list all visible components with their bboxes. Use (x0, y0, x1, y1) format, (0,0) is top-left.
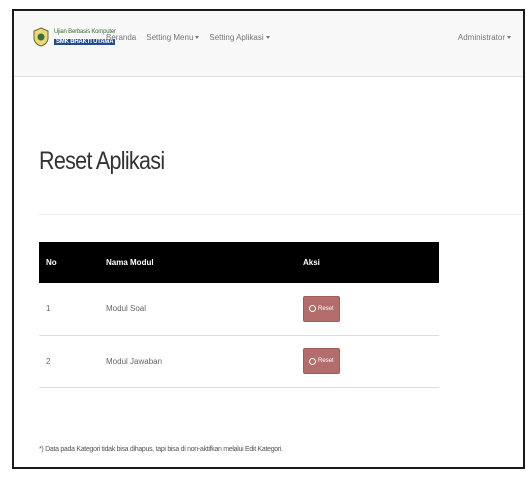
module-name: Modul Jawaban (99, 335, 296, 388)
reset-button[interactable]: Reset (303, 295, 340, 322)
nav-item-label: Setting Menu (146, 33, 194, 42)
user-menu[interactable]: Administrator (458, 33, 511, 42)
row-number: 2 (39, 335, 99, 388)
user-menu-label: Administrator (457, 33, 505, 42)
caret-down-icon (195, 36, 200, 40)
column-header-nama-modul: Nama Modul (99, 242, 296, 283)
nav-item-label: Setting Aplikasi (209, 33, 264, 42)
caret-down-icon (265, 36, 270, 40)
nav-item-beranda[interactable]: Beranda (106, 33, 136, 42)
reset-button[interactable]: Reset (303, 348, 340, 374)
nav-item-setting-aplikasi[interactable]: Setting Aplikasi (209, 33, 270, 42)
nav-item-setting-menu[interactable]: Setting Menu (146, 33, 200, 42)
footnote: *) Data pada Kategori tidak bisa dihapus… (39, 446, 283, 453)
app-window: Ujian Berbasis Komputer SMK BHAKTI UTAMA… (12, 9, 525, 469)
page-title: Reset Aplikasi (39, 147, 165, 175)
row-actions: Reset (296, 335, 439, 388)
reset-button-label: Reset (318, 358, 334, 364)
modules-table: No Nama Modul Aksi 1 Modul Soal Reset 2 … (39, 242, 439, 388)
caret-down-icon (507, 36, 511, 40)
navbar: Ujian Berbasis Komputer SMK BHAKTI UTAMA… (14, 11, 523, 77)
refresh-icon (309, 357, 316, 365)
column-header-no: No (39, 242, 99, 283)
refresh-icon (309, 305, 316, 313)
row-actions: Reset (296, 283, 439, 336)
table-row: 2 Modul Jawaban Reset (39, 335, 439, 388)
brand-logo[interactable]: Ujian Berbasis Komputer SMK BHAKTI UTAMA (32, 25, 118, 65)
title-divider (39, 214, 523, 215)
school-seal-icon (33, 27, 49, 47)
nav-menu: Beranda Setting Menu Setting Aplikasi (106, 33, 270, 42)
table-header-row: No Nama Modul Aksi (39, 242, 439, 283)
reset-button-label: Reset (318, 305, 334, 312)
column-header-aksi: Aksi (296, 242, 439, 283)
row-number: 1 (39, 283, 99, 336)
nav-item-label: Beranda (106, 33, 137, 42)
module-name: Modul Soal (99, 283, 296, 336)
table-row: 1 Modul Soal Reset (39, 283, 439, 336)
